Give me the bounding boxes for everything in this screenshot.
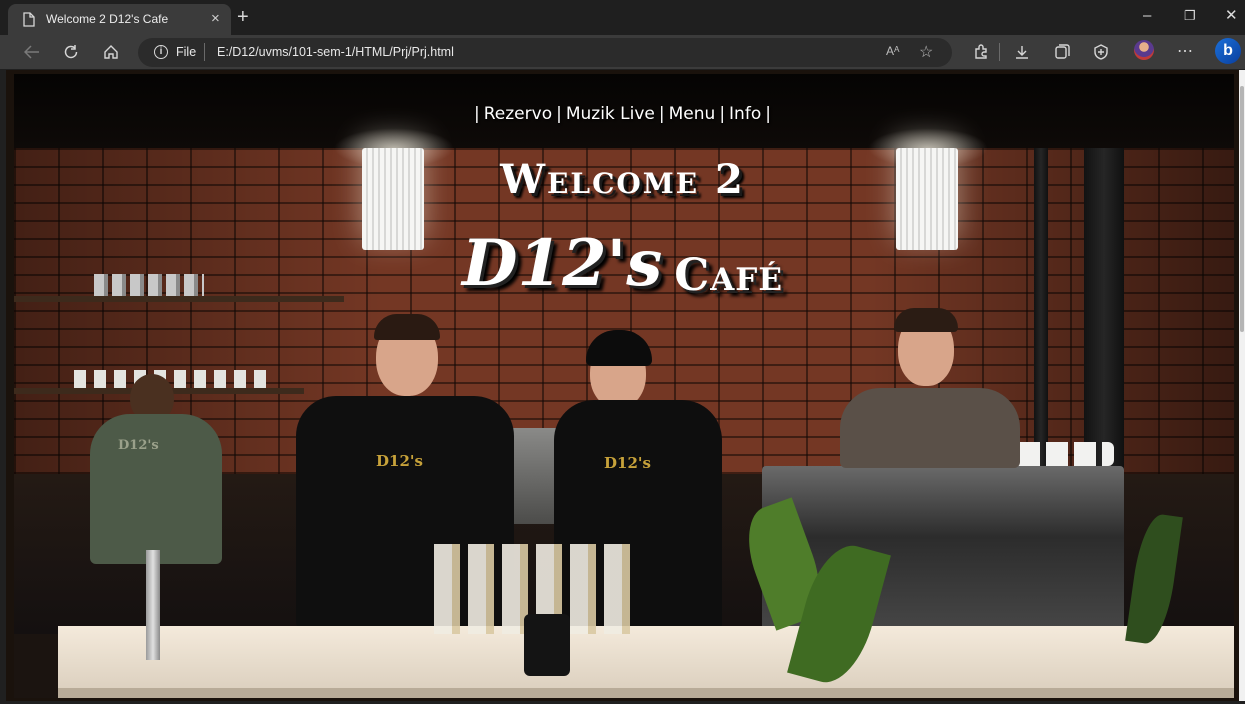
counter-edge [58,688,1234,698]
nav-link-muzik-live[interactable]: Muzik Live [566,104,655,124]
site-nav: | Rezervo | Muzik Live | Menu | Info | [474,104,771,124]
read-aloud-icon[interactable]: Aᴬ [886,44,899,58]
tap [146,550,160,660]
page-viewport: D12's D12's D12's | Rezervo | Muzik Live… [6,70,1239,701]
cafe-word: Café [674,250,783,301]
home-icon[interactable] [102,43,120,61]
page-icon [23,12,35,32]
download-icon[interactable] [1013,43,1031,61]
restore-button[interactable]: ❐ [1184,8,1196,24]
nav-link-menu[interactable]: Menu [669,104,716,124]
bing-icon[interactable]: b [1215,38,1241,64]
info-icon[interactable]: i [154,45,168,59]
toolbar-separator [999,43,1000,61]
address-scheme-label: File [176,45,197,59]
brand-name: D12's [462,226,663,301]
refresh-icon[interactable] [62,43,80,61]
profile-avatar[interactable] [1134,40,1154,60]
nav-link-info[interactable]: Info [729,104,761,124]
scrollbar-thumb[interactable] [1240,86,1244,332]
extensions-icon[interactable] [972,43,990,61]
address-separator [204,43,205,61]
tab-close-icon[interactable]: × [211,11,220,27]
browser-toolbar: i File E:/D12/uvms/101-sem-1/HTML/Prj/Pr… [0,35,1245,69]
nav-link-rezervo[interactable]: Rezervo [484,104,552,124]
browser-essentials-icon[interactable] [1092,43,1110,61]
minimize-button[interactable]: – [1143,8,1151,24]
kettle [524,614,570,676]
tab-active[interactable]: Welcome 2 D12's Cafe × [8,4,231,35]
cafe-title: D12's Café [6,226,1239,301]
tab-bar: Welcome 2 D12's Cafe × + – ❐ ✕ [0,0,1245,35]
tab-title: Welcome 2 D12's Cafe [46,12,169,26]
more-icon[interactable]: ⋯ [1176,43,1194,61]
star-icon[interactable]: ☆ [919,42,933,62]
back-arrow-icon[interactable] [23,43,41,61]
address-bar[interactable]: i File E:/D12/uvms/101-sem-1/HTML/Prj/Pr… [138,38,952,67]
shelf-cups [74,370,274,388]
collections-icon[interactable] [1053,43,1071,61]
new-tab-button[interactable]: + [237,6,249,28]
close-window-button[interactable]: ✕ [1225,8,1238,24]
address-url[interactable]: E:/D12/uvms/101-sem-1/HTML/Prj/Prj.html [217,45,454,59]
welcome-heading: Welcome 2 [500,156,745,203]
